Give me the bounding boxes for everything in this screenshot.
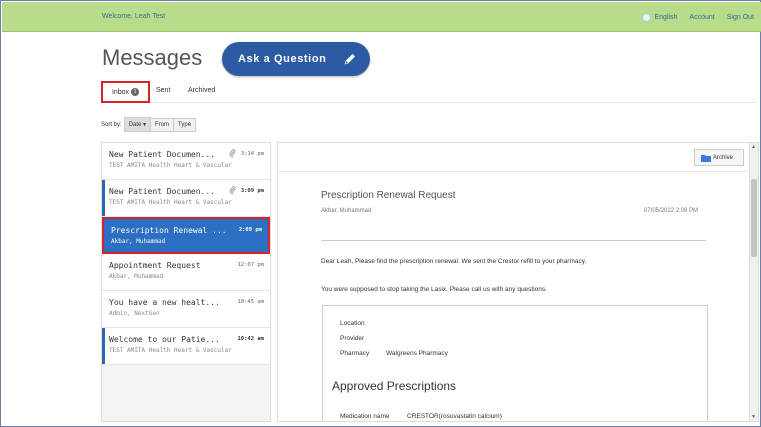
message-body-line: You were supposed to stop taking the Las… — [321, 286, 547, 293]
message-time: 3:14 pm — [240, 151, 264, 157]
sort-from-button[interactable]: From — [150, 117, 175, 132]
top-bar: Welcome, Leah Test English Account Sign … — [2, 2, 761, 32]
message-list-item[interactable]: New Patient Documen... 3:09 pm TEST AMIT… — [102, 180, 270, 217]
unread-count-badge: 1 — [131, 88, 140, 96]
message-time: 10:42 am — [237, 336, 265, 342]
message-subject: New Patient Documen... — [109, 150, 215, 159]
pharmacy-value: Walgreens Pharmacy — [386, 350, 448, 357]
tab-inbox[interactable]: Inbox 1 — [101, 81, 150, 103]
archive-button[interactable]: Archive — [694, 149, 744, 166]
message-subject: Appointment Request — [109, 261, 201, 270]
message-list: New Patient Documen... 3:14 pm TEST AMIT… — [101, 142, 271, 422]
message-subject: Prescription Renewal ... — [111, 226, 227, 235]
ask-question-label: Ask a Question — [238, 53, 327, 65]
archive-label: Archive — [713, 154, 734, 161]
pharmacy-label: Pharmacy — [340, 350, 370, 357]
header-divider — [321, 240, 706, 241]
message-subject: You have a new healt... — [109, 298, 220, 307]
message-sender: Admin, NextGen — [109, 310, 160, 317]
message-date: 07/05/2022 2:09 PM — [644, 208, 699, 214]
welcome-text: Welcome, Leah Test — [102, 13, 166, 20]
paperclip-icon — [229, 149, 236, 159]
message-subject: New Patient Documen... — [109, 187, 215, 196]
account-link[interactable]: Account — [689, 14, 714, 21]
message-body-line: Dear Leah, Please find the prescription … — [321, 258, 587, 265]
ask-question-button[interactable]: Ask a Question — [222, 42, 370, 76]
message-sender: TEST AMITA Health Heart & Vascular — [109, 347, 232, 354]
message-tabs: Inbox 1 Sent Archived — [101, 81, 756, 103]
location-label: Location — [340, 320, 365, 327]
top-bar-links: English Account Sign Out — [618, 13, 754, 22]
message-time: 12:07 pm — [237, 262, 265, 268]
pane-scrollbar[interactable]: ▲ ▼ — [749, 143, 758, 421]
scroll-thumb[interactable] — [751, 179, 757, 257]
message-time: 10:45 am — [237, 299, 265, 305]
message-list-item[interactable]: New Patient Documen... 3:14 pm TEST AMIT… — [102, 143, 270, 180]
message-list-item-selected[interactable]: Prescription Renewal ... 2:09 pm Akbar, … — [102, 217, 270, 254]
globe-icon — [642, 13, 652, 22]
message-time: 2:09 pm — [238, 227, 262, 233]
sort-date-button[interactable]: Date ▾ — [123, 117, 152, 132]
message-sender: TEST AMITA Health Heart & Vascular — [109, 162, 232, 169]
sort-bar: Sort by: Date ▾ From Type — [101, 117, 197, 132]
message-list-item[interactable]: You have a new healt... 10:45 am Admin, … — [102, 291, 270, 328]
tab-archived[interactable]: Archived — [188, 87, 215, 94]
scroll-up-arrow-icon[interactable]: ▲ — [751, 144, 756, 150]
message-sender-name: Akbar, Muhammad — [321, 208, 372, 214]
app-frame: Welcome, Leah Test English Account Sign … — [0, 0, 761, 427]
pencil-icon — [344, 54, 355, 65]
message-subject: Welcome to our Patie... — [109, 335, 220, 344]
message-sender: Akbar, Muhammad — [109, 273, 164, 280]
sort-type-button[interactable]: Type — [173, 117, 197, 132]
message-list-item[interactable]: Welcome to our Patie... 10:42 am TEST AM… — [102, 328, 270, 365]
tab-sent[interactable]: Sent — [156, 87, 170, 94]
sign-out-link[interactable]: Sign Out — [727, 14, 754, 21]
message-subject-heading: Prescription Renewal Request — [321, 190, 456, 201]
approved-prescriptions-heading: Approved Prescriptions — [332, 379, 457, 393]
message-sender: TEST AMITA Health Heart & Vascular — [109, 199, 232, 206]
tab-inbox-label: Inbox — [111, 88, 130, 96]
message-reading-pane: Archive Prescription Renewal Request Akb… — [277, 142, 759, 422]
message-sender: Akbar, Muhammad — [111, 238, 166, 245]
language-label: English — [654, 14, 678, 21]
message-time: 3:09 pm — [240, 188, 264, 194]
medication-name-value: CRESTOR(rosuvastatin calcium) — [407, 413, 502, 420]
pane-toolbar: Archive — [278, 143, 748, 172]
message-list-item[interactable]: Appointment Request 12:07 pm Akbar, Muha… — [102, 254, 270, 291]
sort-label: Sort by: — [101, 121, 122, 128]
page-title: Messages — [102, 45, 203, 70]
provider-label: Provider — [340, 335, 365, 342]
medication-name-label: Medication name — [340, 413, 390, 420]
language-link[interactable]: English — [630, 13, 677, 22]
scroll-down-arrow-icon[interactable]: ▼ — [751, 414, 756, 420]
paperclip-icon — [229, 186, 236, 196]
folder-icon — [701, 154, 711, 162]
prescription-details-box: Location Provider Pharmacy Walgreens Pha… — [322, 305, 708, 421]
